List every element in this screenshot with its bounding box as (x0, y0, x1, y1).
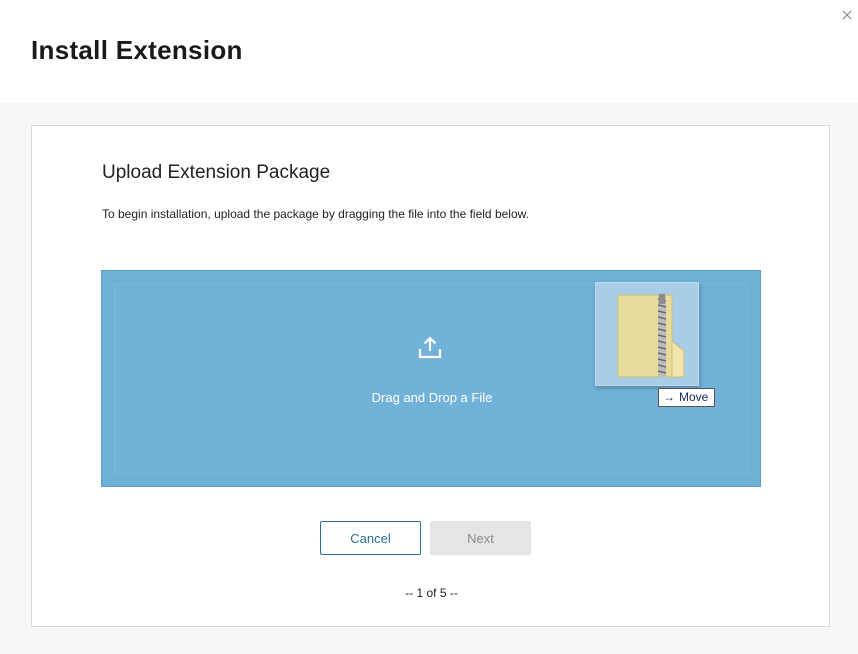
move-tooltip-label: Move (679, 390, 709, 404)
drag-ghost (595, 282, 699, 386)
step-heading: Upload Extension Package (102, 162, 331, 183)
move-tooltip: → Move (658, 388, 715, 407)
cancel-button[interactable]: Cancel (320, 521, 421, 555)
upload-icon (417, 335, 443, 361)
next-button[interactable]: Next (430, 521, 531, 555)
file-dropzone[interactable]: Drag and Drop a File → Move (101, 270, 761, 487)
step-pager: -- 1 of 5 -- (405, 586, 458, 600)
step-instructions: To begin installation, upload the packag… (102, 207, 529, 221)
arrow-right-icon: → (663, 390, 675, 404)
dialog-title: Install Extension (31, 35, 243, 65)
dialog-header: Install Extension (0, 0, 858, 103)
wizard-panel: Upload Extension Package To begin instal… (31, 125, 830, 627)
zip-folder-icon (616, 291, 686, 379)
close-icon[interactable] (840, 8, 854, 22)
